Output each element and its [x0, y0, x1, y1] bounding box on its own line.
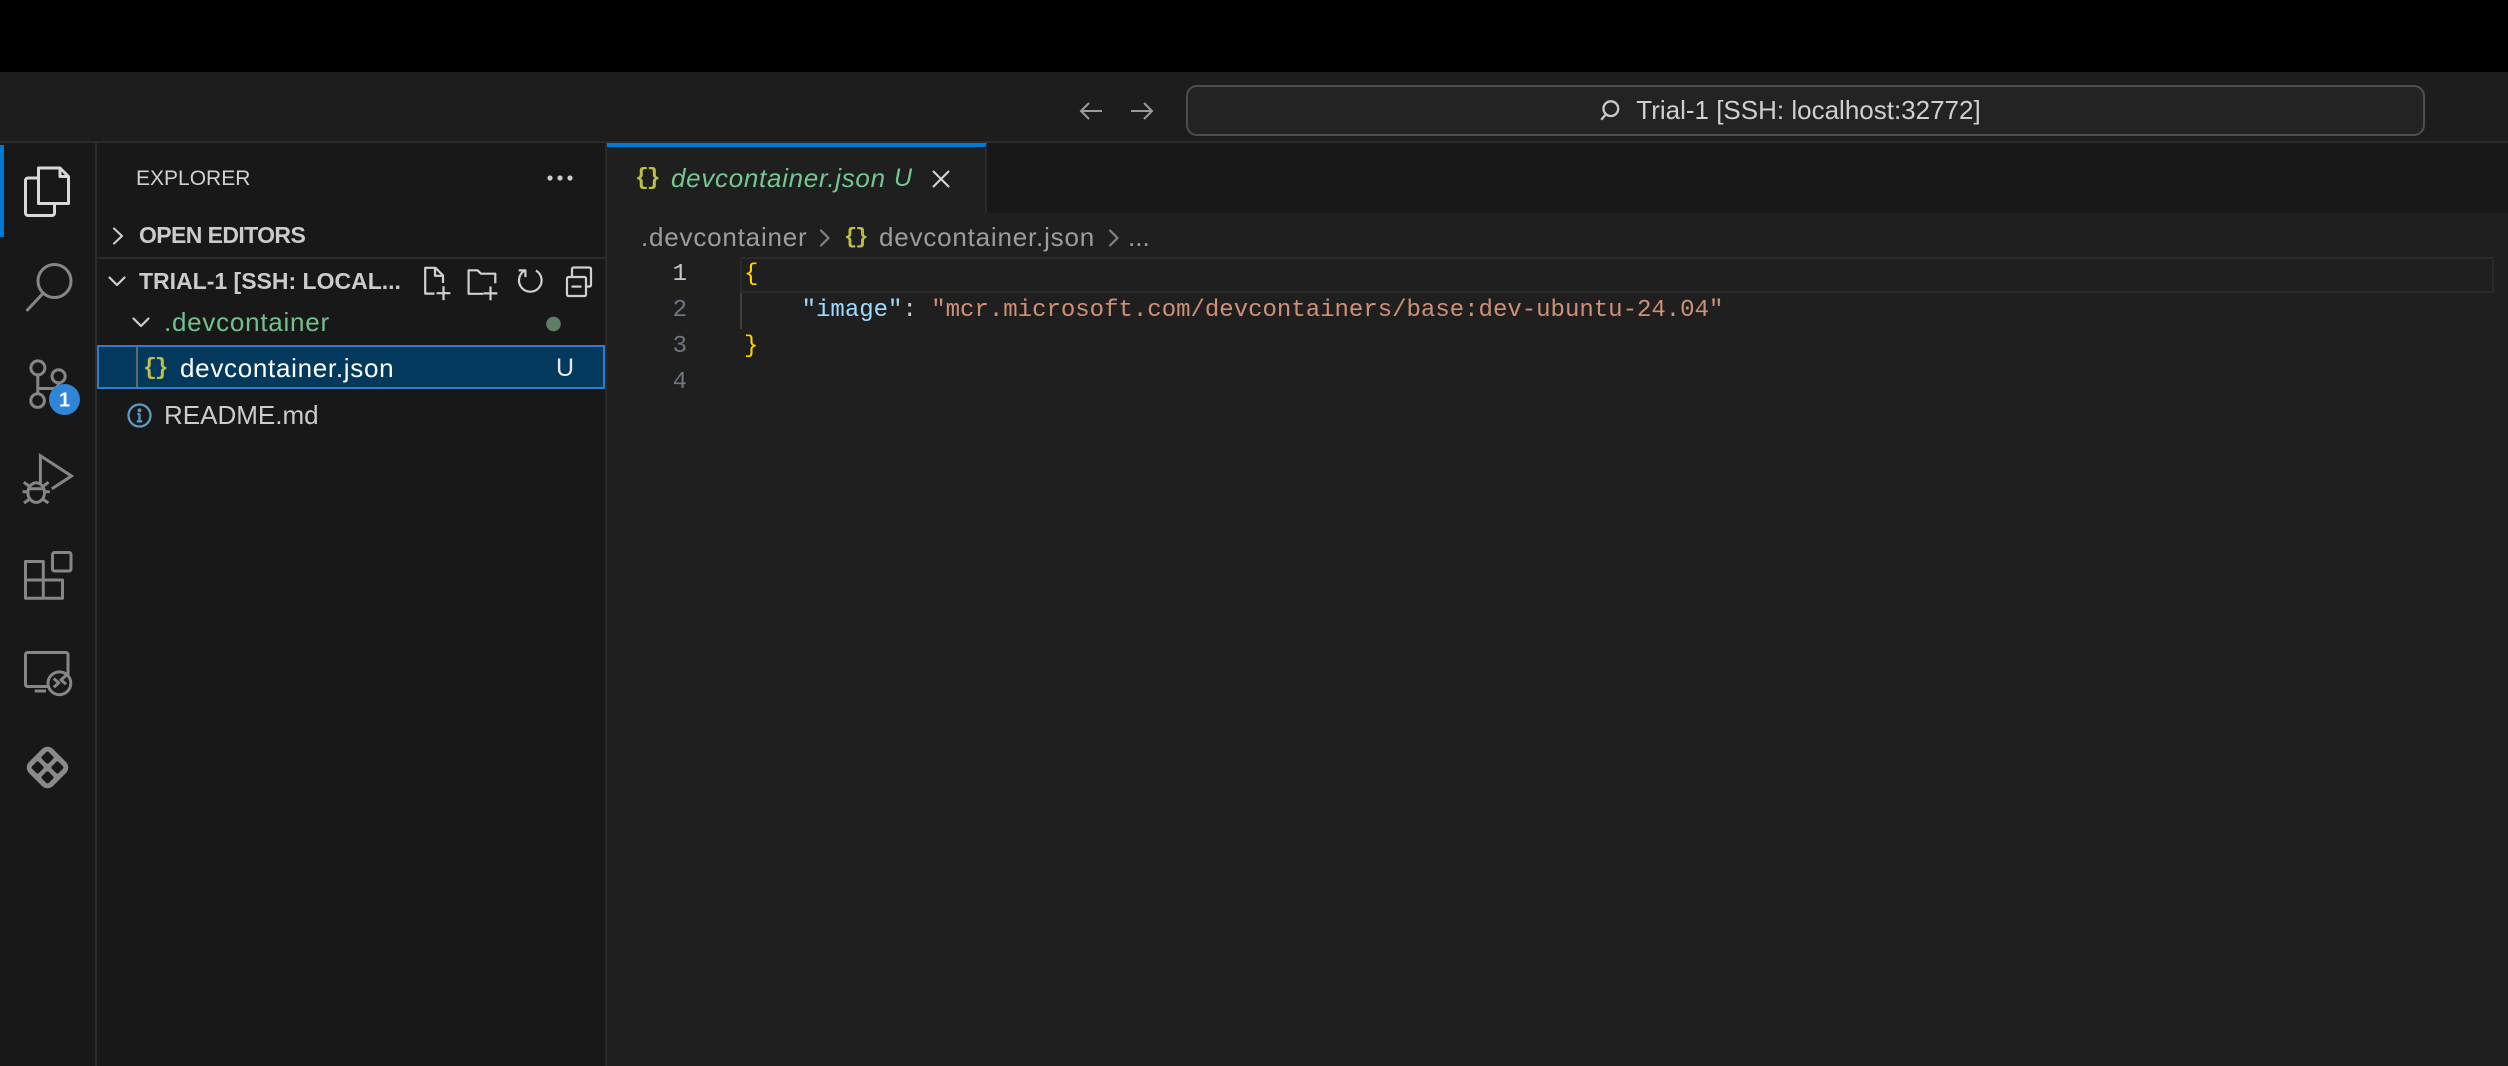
svg-text:1: 1 [59, 390, 70, 412]
